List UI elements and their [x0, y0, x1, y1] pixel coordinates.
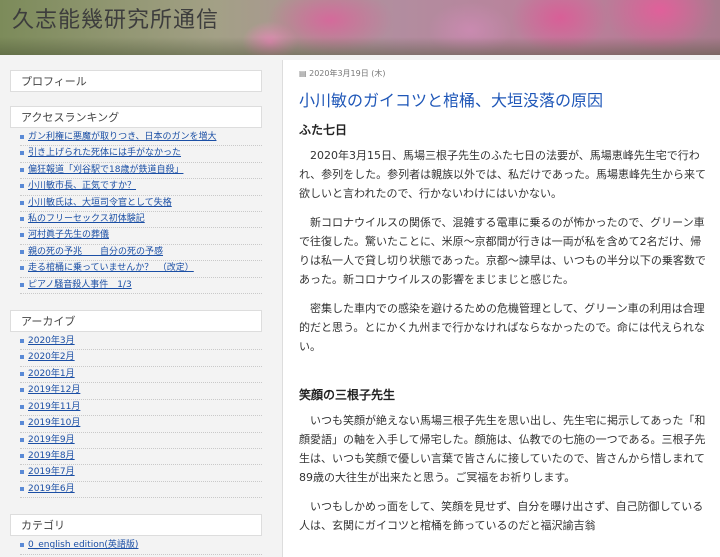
category-widget-title: カテゴリ [10, 514, 262, 537]
archive-list: 2020年3月 2020年2月 2020年1月 2019年12月 2019年11… [10, 332, 262, 499]
ranking-item[interactable]: 引き上げられた死体には手がなかった [20, 146, 262, 163]
main-content: ▤ 2020年3月19日 (木) 小川敏のガイコツと棺桶、大垣没落の原因 ふた七… [282, 60, 720, 557]
archive-item[interactable]: 2019年12月 [20, 383, 262, 400]
archive-item[interactable]: 2020年2月 [20, 350, 262, 367]
post-date: ▤ 2020年3月19日 (木) [299, 69, 386, 78]
archive-item[interactable]: 2019年8月 [20, 449, 262, 466]
archive-item[interactable]: 2019年6月 [20, 482, 262, 499]
ranking-item[interactable]: ピアノ騒音殺人事件 1/3 [20, 278, 262, 295]
ranking-item[interactable]: 私のフリーセックス初体験記 [20, 212, 262, 229]
archive-item[interactable]: 2019年9月 [20, 433, 262, 449]
header-banner: 久志能幾研究所通信 [0, 0, 720, 55]
paragraph: いつもしかめっ面をして、笑顔を見せず、自分を曝け出さず、自己防御している人は、玄… [299, 500, 704, 532]
paragraph: 新コロナウイルスの関係で、混雑する電車に乗るのが怖かったので、グリーン車で往復し… [299, 216, 706, 286]
ranking-item[interactable]: 小川敏市長、正気ですか？ [20, 179, 262, 196]
archive-item[interactable]: 2020年3月 [20, 334, 262, 351]
site-title[interactable]: 久志能幾研究所通信 [12, 2, 219, 34]
paragraph: 2020年3月15日、馬場三根子先生のふた七日の法要が、馬場恵峰先生宅で行われ、… [299, 149, 706, 200]
archive-item[interactable]: 2020年1月 [20, 367, 262, 384]
archive-item[interactable]: 2019年11月 [20, 400, 262, 417]
section-heading: ふた七日 [299, 123, 348, 137]
paragraph: いつも笑顔が絶えない馬場三根子先生を思い出し、先生宅に掲示してあった「和顔愛語」… [299, 414, 706, 484]
profile-widget-title[interactable]: プロフィール [10, 70, 262, 92]
ranking-list: ガン利権に悪魔が取りつき、日本のガンを増大 引き上げられた死体には手がなかった … [10, 128, 262, 295]
calendar-icon: ▤ [299, 69, 310, 78]
category-item[interactable]: 0_english edition(英語版) [20, 538, 262, 555]
archive-item[interactable]: 2019年7月 [20, 465, 262, 482]
category-list: 0_english edition(英語版) [10, 536, 262, 555]
archive-widget-title: アーカイブ [10, 310, 262, 333]
sidebar: プロフィール アクセスランキング ガン利権に悪魔が取りつき、日本のガンを増大 引… [10, 70, 262, 555]
ranking-item[interactable]: 走る棺桶に乗っていませんか？ （改定） [20, 261, 262, 278]
ranking-item[interactable]: 親の死の予兆 自分の死の予感 [20, 245, 262, 262]
ranking-item[interactable]: 河村眞子先生の葬儀 [20, 228, 262, 245]
post-title[interactable]: 小川敏のガイコツと棺桶、大垣没落の原因 [299, 87, 708, 111]
ranking-item[interactable]: ガン利権に悪魔が取りつき、日本のガンを増大 [20, 130, 262, 147]
archive-item[interactable]: 2019年10月 [20, 416, 262, 433]
ranking-item[interactable]: 小川敏氏は、大垣司令官として失格 [20, 196, 262, 213]
ranking-widget-title: アクセスランキング [10, 106, 262, 128]
ranking-item[interactable]: 偏狂報道「刈谷駅で18歳が鉄道自殺」 [20, 163, 262, 180]
section-heading: 笑顔の三根子先生 [299, 388, 396, 402]
paragraph: 密集した車内での感染を避けるための危機管理として、グリーン車の利用は合理的だと思… [299, 302, 705, 353]
